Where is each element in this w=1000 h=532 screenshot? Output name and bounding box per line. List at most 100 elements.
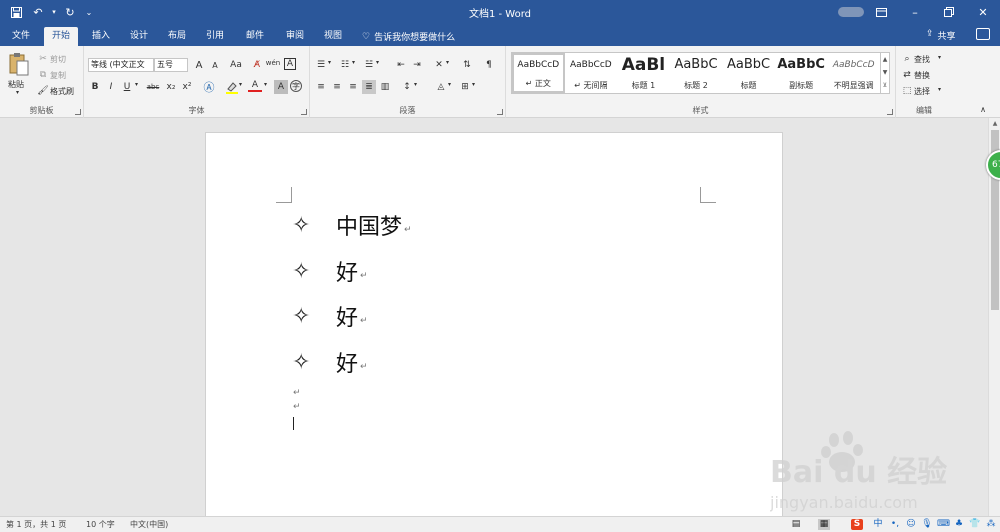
distributed-icon[interactable]: ▥ — [378, 80, 392, 94]
char-shading-icon[interactable]: A — [274, 80, 288, 94]
comment-icon[interactable] — [976, 28, 990, 40]
line-spacing-dropdown-icon[interactable]: ▾ — [414, 81, 417, 88]
tab-mailings[interactable]: 邮件 — [238, 27, 272, 46]
bold-icon[interactable]: B — [88, 80, 102, 94]
phonetic-guide-icon[interactable]: wén — [266, 56, 280, 70]
list-item[interactable]: ✧ 好 ↵ — [292, 256, 368, 287]
restore-icon[interactable] — [932, 0, 966, 24]
punctuation-icon[interactable]: •, — [889, 519, 901, 530]
style-heading-1[interactable]: AaBl 标题 1 — [617, 53, 670, 93]
borders-icon[interactable]: ⊞ — [458, 80, 472, 94]
style-heading-2[interactable]: AaBbC 标题 2 — [670, 53, 723, 93]
tab-insert[interactable]: 插入 — [84, 27, 118, 46]
underline-dropdown-icon[interactable]: ▾ — [135, 81, 138, 88]
styles-launcher-icon[interactable] — [887, 109, 893, 115]
font-color-icon[interactable]: A — [248, 79, 262, 92]
style-title[interactable]: AaBbC 标题 — [722, 53, 775, 93]
style-no-spacing[interactable]: AaBbCcD ↵ 无间隔 — [565, 53, 618, 93]
format-painter-label[interactable]: 格式刷 — [50, 86, 74, 97]
increase-indent-icon[interactable]: ⇥ — [410, 58, 424, 72]
font-color-dropdown-icon[interactable]: ▾ — [264, 81, 267, 88]
chevron-down-icon[interactable]: ▼ — [881, 66, 889, 79]
minimize-icon[interactable]: – — [898, 0, 932, 24]
bullets-dropdown-icon[interactable]: ▾ — [328, 59, 331, 66]
styles-scroll[interactable]: ▲ ▼ ⊻ — [881, 52, 890, 94]
chevron-up-icon[interactable]: ▲ — [881, 53, 889, 66]
italic-icon[interactable]: I — [104, 80, 118, 94]
shrink-font-icon[interactable]: A — [208, 58, 222, 72]
read-mode-icon[interactable]: ▤ — [790, 519, 802, 530]
replace-icon[interactable]: ⇄ — [900, 68, 914, 82]
scroll-up-icon[interactable]: ▲ — [989, 120, 1000, 127]
multilevel-dropdown-icon[interactable]: ▾ — [376, 59, 379, 66]
tab-review[interactable]: 审阅 — [278, 27, 312, 46]
page-count[interactable]: 第 1 页，共 1 页 — [6, 519, 66, 530]
settings-grid-icon[interactable]: ⁂ — [985, 519, 997, 530]
copy-icon[interactable]: ⧉ — [36, 68, 50, 82]
print-layout-icon[interactable]: ▦ — [818, 519, 830, 530]
strikethrough-icon[interactable]: abc — [144, 80, 162, 94]
skin-icon[interactable]: 👕 — [969, 519, 981, 530]
enclose-characters-icon[interactable]: 字 — [290, 80, 302, 92]
toolbox-icon[interactable]: ♣ — [953, 519, 965, 530]
find-dropdown-icon[interactable]: ▾ — [938, 54, 941, 61]
select-icon[interactable]: ⬚ — [900, 84, 914, 98]
sogou-logo-icon[interactable]: S — [851, 519, 863, 530]
subscript-icon[interactable]: x₂ — [164, 80, 178, 94]
microphone-icon[interactable]: 🎙 — [921, 519, 933, 530]
change-case-icon[interactable]: Aa — [226, 58, 246, 72]
emoji-icon[interactable]: ☺ — [905, 519, 917, 530]
tab-view[interactable]: 视图 — [316, 27, 350, 46]
ribbon-display-options-icon[interactable] — [864, 0, 898, 24]
cut-label[interactable]: 剪切 — [50, 54, 66, 65]
clear-formatting-icon[interactable]: A̸ — [250, 58, 264, 72]
list-item[interactable]: ✧ 中国梦 ↵ — [292, 210, 412, 241]
share-button[interactable]: ⇪ 共享 — [926, 29, 956, 42]
justify-icon[interactable]: ≣ — [362, 80, 376, 94]
tab-file[interactable]: 文件 — [4, 27, 38, 46]
replace-label[interactable]: 替换 — [914, 70, 930, 81]
font-name-combo[interactable]: 等线 (中文正文 — [88, 58, 154, 72]
tab-design[interactable]: 设计 — [122, 27, 156, 46]
close-icon[interactable]: ✕ — [966, 0, 1000, 24]
char-border-icon[interactable]: A — [284, 58, 296, 70]
align-left-icon[interactable]: ≡ — [314, 80, 328, 94]
word-count[interactable]: 10 个字 — [86, 519, 115, 530]
find-icon[interactable]: ⌕ — [900, 52, 914, 66]
list-item[interactable]: ✧ 好 ↵ — [292, 301, 368, 332]
format-painter-icon[interactable]: 🖌 — [36, 84, 50, 98]
borders-dropdown-icon[interactable]: ▾ — [472, 81, 475, 88]
text-effects-icon[interactable]: Ⓐ — [202, 80, 216, 94]
tab-references[interactable]: 引用 — [198, 27, 232, 46]
chinese-layout-dropdown-icon[interactable]: ▾ — [446, 59, 449, 66]
ime-mode[interactable]: 中 — [872, 519, 884, 530]
keyboard-icon[interactable]: ⌨ — [937, 519, 950, 530]
align-center-icon[interactable]: ≡ — [330, 80, 344, 94]
find-label[interactable]: 查找 — [914, 54, 930, 65]
language-status[interactable]: 中文(中国) — [130, 519, 168, 530]
grow-font-icon[interactable]: A — [192, 58, 206, 72]
numbering-dropdown-icon[interactable]: ▾ — [352, 59, 355, 66]
style-normal[interactable]: AaBbCcD ↵ 正文 — [512, 53, 565, 93]
sort-icon[interactable]: ⇅ — [460, 58, 474, 72]
paste-button[interactable]: 粘贴 ▾ — [6, 52, 32, 96]
shading-dropdown-icon[interactable]: ▾ — [448, 81, 451, 88]
bullets-icon[interactable]: ☰ — [314, 58, 328, 72]
line-spacing-icon[interactable]: ↕ — [400, 80, 414, 94]
underline-icon[interactable]: U — [120, 80, 134, 94]
tab-layout[interactable]: 布局 — [160, 27, 194, 46]
style-subtitle[interactable]: AaBbC 副标题 — [775, 53, 828, 93]
style-subtle-emphasis[interactable]: AaBbCcD 不明显强调 — [827, 53, 880, 93]
multilevel-list-icon[interactable]: ☱ — [362, 58, 376, 72]
tab-home[interactable]: 开始 — [44, 27, 79, 46]
user-account[interactable] — [838, 7, 864, 17]
highlight-icon[interactable] — [224, 80, 238, 94]
clipboard-launcher-icon[interactable] — [75, 109, 81, 115]
paragraph-launcher-icon[interactable] — [497, 109, 503, 115]
superscript-icon[interactable]: x² — [180, 80, 194, 94]
align-right-icon[interactable]: ≡ — [346, 80, 360, 94]
collapse-ribbon-icon[interactable]: ∧ — [976, 102, 990, 116]
select-dropdown-icon[interactable]: ▾ — [938, 86, 941, 93]
list-item[interactable]: ✧ 好 ↵ — [292, 347, 368, 378]
cut-icon[interactable]: ✂ — [36, 52, 50, 66]
